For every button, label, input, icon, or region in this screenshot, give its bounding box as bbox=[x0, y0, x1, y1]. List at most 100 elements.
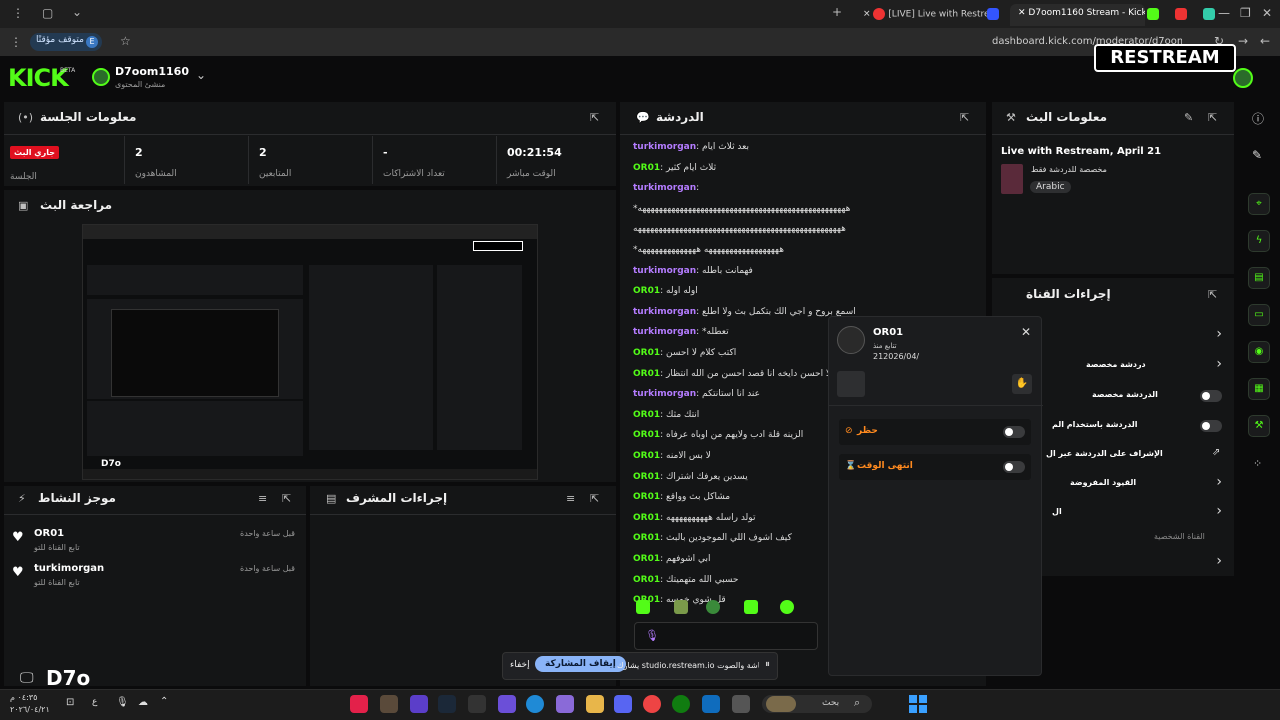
chat-username[interactable]: OR01 bbox=[633, 348, 660, 358]
close-icon[interactable]: ✕ bbox=[1021, 325, 1031, 339]
notification-icon[interactable]: ⊡ bbox=[66, 697, 74, 708]
emote-icon[interactable] bbox=[706, 600, 720, 614]
avatar[interactable] bbox=[1233, 68, 1253, 88]
language-indicator[interactable]: ع bbox=[92, 697, 97, 707]
taskbar-search[interactable]: بحث ⌕ bbox=[762, 695, 872, 713]
info-icon[interactable]: ⓘ bbox=[1252, 110, 1264, 127]
chat-username[interactable]: OR01 bbox=[633, 286, 660, 296]
channel-action-item[interactable]: القيود المفروضة › bbox=[1040, 474, 1230, 492]
chat-username[interactable]: OR01 bbox=[633, 533, 660, 543]
ban-toggle[interactable] bbox=[1003, 426, 1025, 438]
close-tab-icon[interactable]: ✕ bbox=[1018, 8, 1026, 18]
layout-icon[interactable]: ▦ bbox=[1248, 378, 1270, 400]
chevron-up-icon[interactable]: ⌃ bbox=[160, 696, 168, 707]
kick-logo[interactable]: KICK bbox=[8, 64, 69, 92]
chat-username[interactable]: OR01 bbox=[633, 513, 660, 523]
chat-username[interactable]: turkimorgan bbox=[633, 307, 696, 317]
new-tab-icon[interactable]: + bbox=[832, 5, 842, 19]
timeout-toggle[interactable] bbox=[1003, 461, 1025, 473]
microphone-icon[interactable]: 🎙 bbox=[116, 697, 129, 708]
app-icon[interactable] bbox=[410, 695, 428, 713]
stop-sharing-button[interactable]: إيقاف المشاركة bbox=[535, 656, 626, 672]
filter-icon[interactable]: ≡ bbox=[258, 492, 267, 505]
drag-handle-icon[interactable]: ⏸ bbox=[765, 659, 770, 670]
edit-pencil-icon[interactable]: ✎ bbox=[1184, 111, 1193, 124]
emote-icon[interactable] bbox=[744, 600, 758, 614]
close-window-icon[interactable]: ✕ bbox=[1262, 6, 1272, 20]
forward-icon[interactable]: → bbox=[1238, 34, 1248, 48]
popout-icon[interactable]: ⇱ bbox=[282, 492, 291, 505]
clock-time[interactable]: ٠٤:٣٥ م bbox=[10, 693, 37, 702]
edit-pencil-icon[interactable]: ✎ bbox=[1252, 148, 1262, 162]
microphone-icon[interactable]: 🎙 bbox=[645, 629, 659, 642]
document-icon[interactable]: ▤ bbox=[1248, 267, 1270, 289]
emote-icon[interactable] bbox=[674, 600, 688, 614]
folder-icon[interactable] bbox=[586, 695, 604, 713]
windows-start-icon[interactable] bbox=[909, 695, 927, 713]
steam-icon[interactable] bbox=[438, 695, 456, 713]
network-icon[interactable]: ☁ bbox=[138, 697, 148, 708]
tiktok-icon[interactable] bbox=[350, 695, 368, 713]
hand-icon[interactable]: ✋ bbox=[1012, 374, 1032, 394]
popout-icon[interactable]: ⇱ bbox=[960, 111, 969, 124]
chrome-icon[interactable] bbox=[643, 695, 661, 713]
app-icon[interactable] bbox=[556, 695, 574, 713]
clock-date[interactable]: ٢٠٢٦/٠٤/٢١ bbox=[10, 705, 50, 714]
app-icon[interactable] bbox=[732, 695, 750, 713]
stream-preview-video[interactable]: D7o bbox=[82, 224, 538, 480]
chat-username[interactable]: turkimorgan bbox=[633, 183, 696, 193]
more-dots-icon[interactable]: ⁘ bbox=[1253, 457, 1262, 470]
wrench-icon[interactable]: ⚒ bbox=[1248, 415, 1270, 437]
chat-username[interactable]: OR01 bbox=[633, 451, 660, 461]
popout-icon[interactable]: ⇱ bbox=[1208, 288, 1217, 301]
emote-icon[interactable] bbox=[636, 600, 650, 614]
timeout-row[interactable]: ⌛ انتهى الوقت bbox=[839, 454, 1031, 480]
popout-icon[interactable]: ⇱ bbox=[590, 111, 599, 124]
chat-username[interactable]: OR01 bbox=[633, 163, 660, 173]
chat-username[interactable]: turkimorgan bbox=[633, 142, 696, 152]
toggle-switch[interactable] bbox=[1200, 420, 1222, 432]
activity-user[interactable]: OR01 bbox=[34, 528, 64, 539]
menu-icon[interactable]: ⋮ bbox=[12, 6, 24, 20]
filter-icon[interactable]: ≡ bbox=[566, 492, 575, 505]
paused-profile-button[interactable]: E متوقف مؤقتًا bbox=[30, 33, 102, 51]
tab-restream[interactable]: ✕ [LIVE] Live with Restrea bbox=[855, 4, 1005, 26]
tab-kick-dashboard[interactable]: ✕ D7oom1160 Stream - Kick Das bbox=[1010, 4, 1145, 26]
channel-action-item[interactable]: › bbox=[1040, 553, 1230, 571]
channel-action-item[interactable]: الدردشة مخصصة bbox=[1040, 388, 1230, 404]
chat-username[interactable]: turkimorgan bbox=[633, 327, 696, 337]
back-icon[interactable]: ← bbox=[1260, 34, 1270, 48]
focus-icon[interactable]: ⌖ bbox=[1248, 193, 1270, 215]
chat-username[interactable]: OR01 bbox=[633, 369, 660, 379]
hide-button[interactable]: إخفاء bbox=[510, 660, 530, 670]
app-icon[interactable] bbox=[468, 695, 486, 713]
minimize-icon[interactable]: — bbox=[1218, 6, 1230, 20]
kebab-menu-icon[interactable]: ⋮ bbox=[10, 35, 22, 49]
popout-icon[interactable]: ⇱ bbox=[1208, 111, 1217, 124]
channel-action-item[interactable]: ال › bbox=[1040, 503, 1230, 521]
chat-username[interactable]: OR01 bbox=[633, 472, 660, 482]
chat-username[interactable]: OR01 bbox=[633, 410, 660, 420]
chat-input[interactable]: 🎙 bbox=[634, 622, 818, 650]
broadcast-icon[interactable]: ◉ bbox=[1248, 341, 1270, 363]
chat-username[interactable]: turkimorgan bbox=[633, 266, 696, 276]
channel-action-item[interactable]: دردشة مخصصة › bbox=[1040, 356, 1230, 374]
avatar[interactable] bbox=[92, 68, 110, 86]
maximize-icon[interactable]: ❐ bbox=[1240, 6, 1251, 20]
close-tab-icon[interactable]: ✕ bbox=[863, 10, 871, 20]
chat-username[interactable]: OR01 bbox=[633, 554, 660, 564]
chevron-down-icon[interactable]: ⌄ bbox=[196, 68, 206, 82]
toggle-switch[interactable] bbox=[1200, 390, 1222, 402]
app-icon[interactable] bbox=[498, 695, 516, 713]
emote-icon[interactable] bbox=[780, 600, 794, 614]
ban-row[interactable]: ⊘ حظر bbox=[839, 419, 1031, 445]
xbox-icon[interactable] bbox=[672, 695, 690, 713]
channel-action-item[interactable]: › bbox=[1040, 326, 1230, 344]
channel-action-item[interactable]: الإشراف على الدردشة عبر ال ⇗ bbox=[1040, 447, 1230, 463]
popout-icon[interactable]: ⇱ bbox=[590, 492, 599, 505]
chat-username[interactable]: OR01 bbox=[633, 575, 660, 585]
activity-user[interactable]: turkimorgan bbox=[34, 563, 104, 574]
app-icon[interactable] bbox=[380, 695, 398, 713]
tab-search-icon[interactable]: ⌄ bbox=[72, 5, 82, 19]
channel-action-item[interactable]: الدردشة باستخدام الم bbox=[1040, 418, 1230, 434]
